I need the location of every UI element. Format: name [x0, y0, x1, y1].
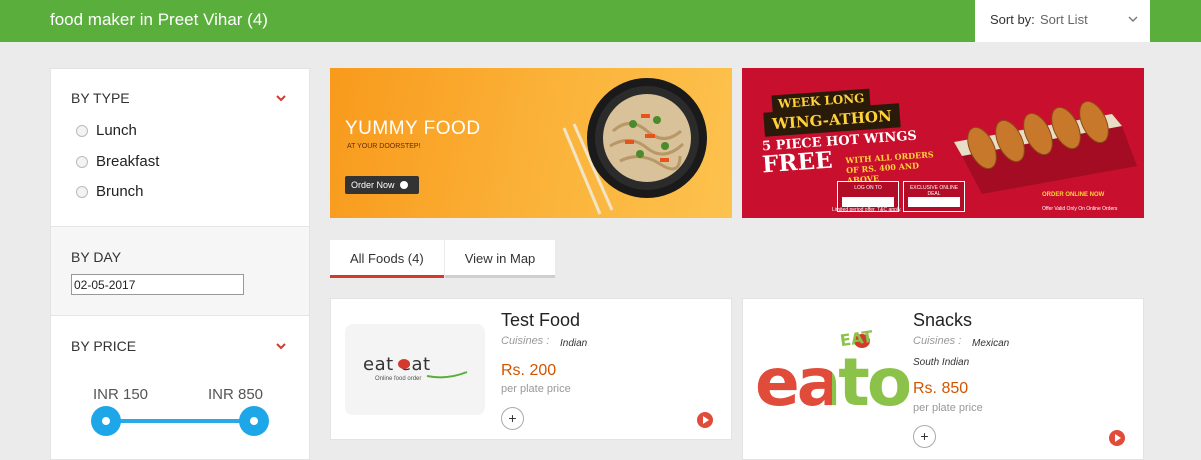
- chevron-down-icon[interactable]: [275, 340, 287, 352]
- radio-breakfast[interactable]: Breakfast: [76, 153, 159, 170]
- radio-lunch[interactable]: Lunch: [76, 122, 137, 139]
- price-slider-max-handle[interactable]: [239, 406, 269, 436]
- play-arrow-icon: [400, 181, 409, 189]
- cuisine-value: South Indian: [913, 357, 970, 368]
- order-now-label: Order Now: [351, 180, 395, 190]
- sort-value: Sort List: [1040, 12, 1088, 27]
- noodle-bowl-image: [587, 78, 707, 198]
- restaurant-logo: eat eat Online food order: [345, 324, 485, 415]
- play-icon[interactable]: [1109, 430, 1125, 446]
- filter-by-price: BY PRICE INR 150 INR 850: [51, 316, 309, 460]
- restaurant-logo: eato EAT: [755, 327, 912, 439]
- order-now-button[interactable]: Order Now: [345, 176, 419, 194]
- code-box: [908, 197, 960, 207]
- wings-box-image: [954, 100, 1137, 194]
- price-slider-track[interactable]: [106, 419, 255, 423]
- banner-line4: FREE: [761, 146, 834, 179]
- chevron-down-icon[interactable]: [275, 92, 287, 104]
- add-button[interactable]: +: [913, 425, 936, 448]
- logo-swoosh-icon: [426, 371, 468, 379]
- food-price: Rs. 850: [913, 380, 969, 397]
- add-button[interactable]: +: [501, 407, 524, 430]
- filter-by-type: BY TYPE Lunch Breakfast Brunch: [51, 69, 309, 226]
- banner-box-label: LOG ON TO: [854, 185, 882, 191]
- tab-all-foods[interactable]: All Foods (4): [330, 240, 444, 278]
- promo-banner-yummy-food[interactable]: YUMMY FOOD AT YOUR DOORSTEP! Order Now: [330, 68, 732, 218]
- promo-banner-wing-athon[interactable]: WEEK LONG WING-ATHON 5 PIECE HOT WINGS F…: [742, 68, 1144, 218]
- tab-view-in-map[interactable]: View in Map: [444, 240, 556, 278]
- chevron-down-icon: [1128, 16, 1138, 22]
- offer-note: Offer Valid Only On Online Orders: [1042, 206, 1118, 212]
- food-title[interactable]: Snacks: [913, 310, 972, 331]
- top-bar: food maker in Preet Vihar (4) Sort by: S…: [0, 0, 1201, 42]
- filter-type-title: BY TYPE: [71, 90, 130, 106]
- filter-sidebar: BY TYPE Lunch Breakfast Brunch BY DAY BY…: [50, 68, 310, 460]
- cuisine-value: Indian: [560, 338, 588, 349]
- per-plate-label: per plate price: [501, 383, 571, 395]
- price-max-label: INR 850: [208, 386, 264, 403]
- banner-line5: WITH ALL ORDERS OF RS. 400 AND ABOVE: [845, 149, 934, 186]
- radio-label: Brunch: [96, 183, 144, 200]
- food-price: Rs. 200: [501, 362, 557, 379]
- filter-day-title: BY DAY: [71, 249, 122, 265]
- food-card[interactable]: eat eat Online food order Test Food Cuis…: [330, 298, 732, 440]
- logo-text: eato: [755, 344, 912, 421]
- radio-label: Breakfast: [96, 153, 160, 170]
- filter-by-day: BY DAY: [51, 226, 309, 316]
- radio-brunch[interactable]: Brunch: [76, 183, 144, 200]
- per-plate-label: per plate price: [913, 402, 983, 414]
- radio-label: Lunch: [96, 122, 137, 139]
- radio-button[interactable]: [76, 124, 88, 137]
- price-slider-min-handle[interactable]: [91, 406, 121, 436]
- date-field[interactable]: [71, 274, 244, 295]
- play-icon[interactable]: [697, 412, 713, 428]
- radio-button[interactable]: [76, 185, 88, 198]
- cuisine-value: Mexican: [972, 338, 1010, 349]
- radio-button[interactable]: [76, 155, 88, 168]
- filter-price-title: BY PRICE: [71, 338, 137, 354]
- url-box: [842, 197, 894, 207]
- logo-tomato-icon: [398, 359, 410, 369]
- food-title[interactable]: Test Food: [501, 310, 580, 331]
- cuisines-label: Cuisines :: [913, 335, 962, 347]
- cuisines-label: Cuisines :: [501, 335, 550, 347]
- sort-label: Sort by:: [990, 12, 1035, 27]
- results-title: food maker in Preet Vihar (4): [50, 10, 268, 29]
- logo-subtext: Online food order: [375, 376, 422, 382]
- results-tabs: All Foods (4) View in Map: [330, 240, 556, 278]
- food-card[interactable]: eato EAT Snacks Cuisines : Mexican South…: [742, 298, 1144, 460]
- price-min-label: INR 150: [93, 386, 149, 403]
- banner-terms: Limited period offer. T&C apply.: [832, 207, 902, 213]
- order-online-label: ORDER ONLINE NOW: [1042, 192, 1105, 198]
- banner-subtitle: AT YOUR DOORSTEP!: [347, 143, 421, 150]
- banner-title: YUMMY FOOD: [345, 118, 481, 139]
- sort-dropdown[interactable]: Sort by: Sort List: [975, 0, 1150, 42]
